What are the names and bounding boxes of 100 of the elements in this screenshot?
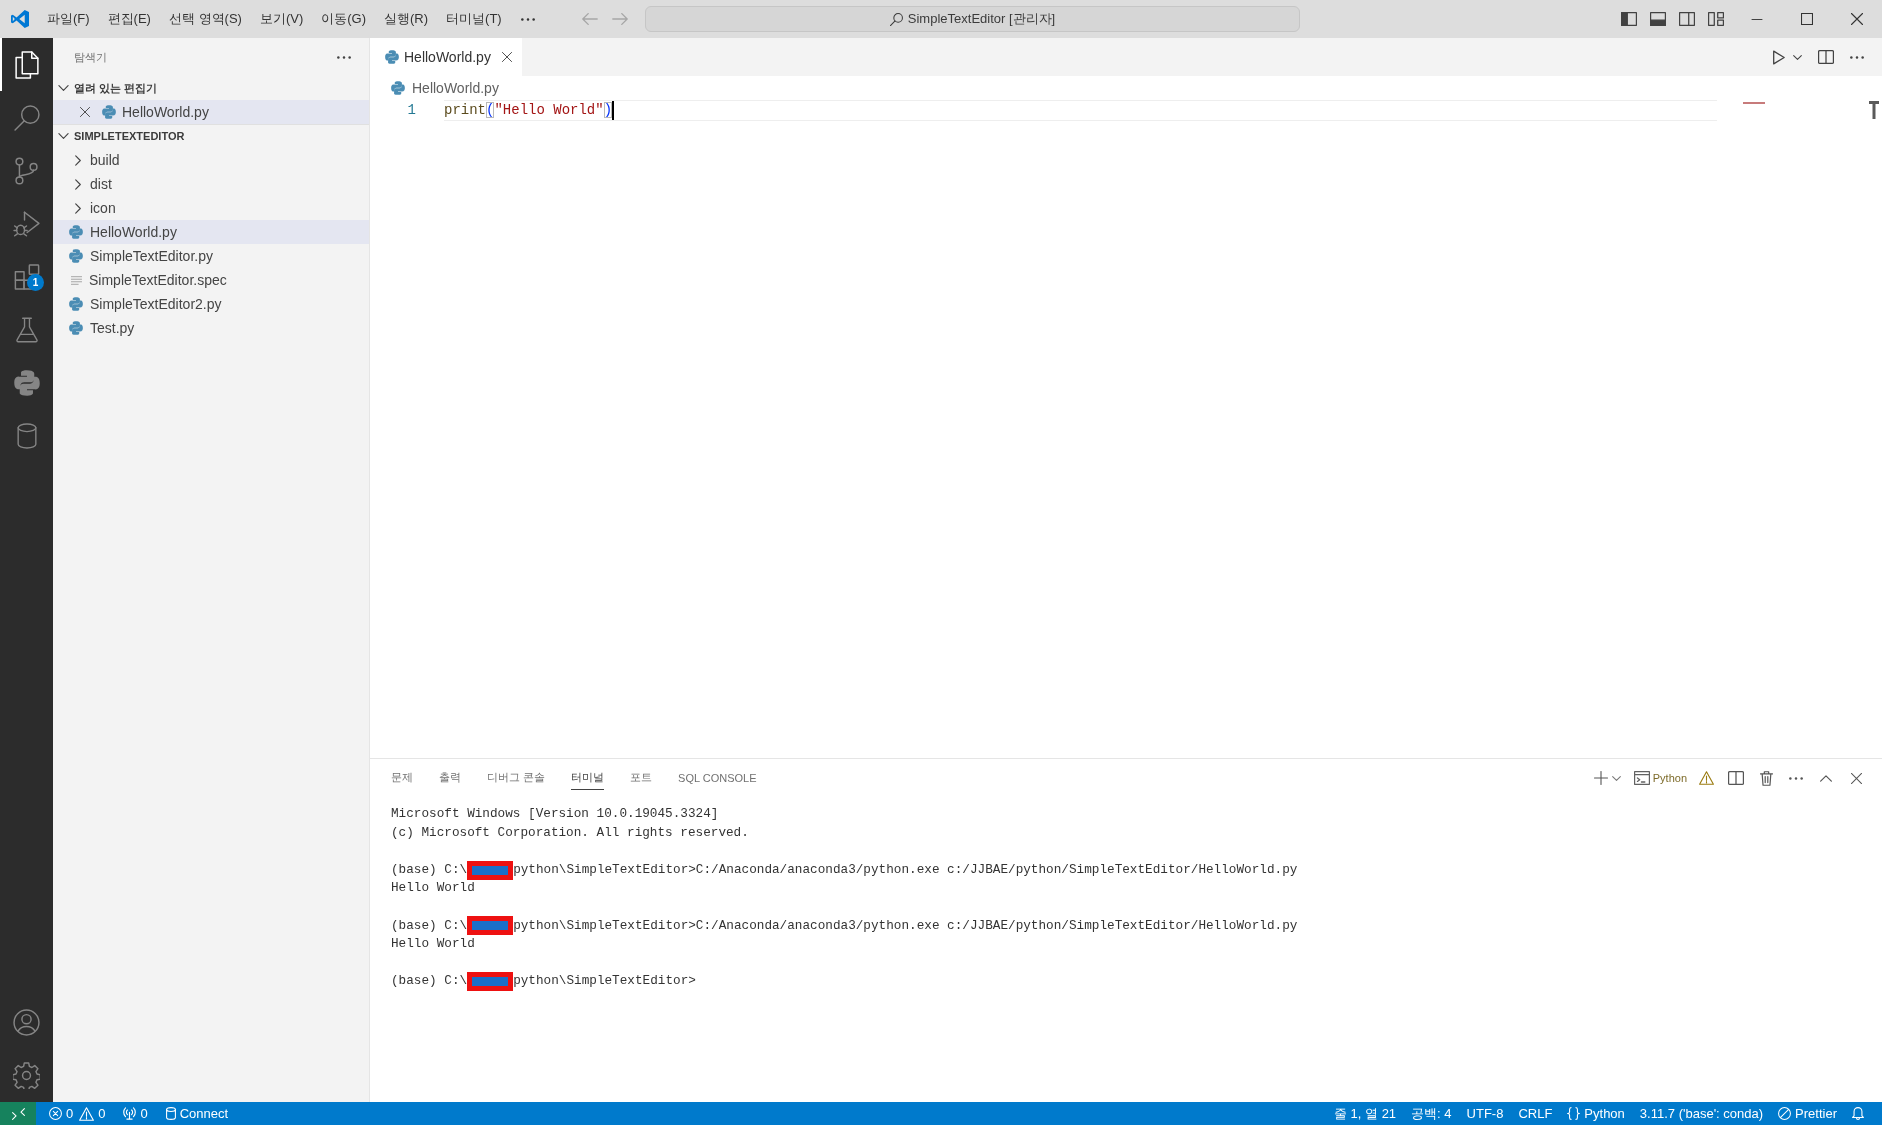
caret-down-icon [1612, 775, 1622, 781]
file-item[interactable]: SimpleTextEditor2.py [53, 292, 369, 316]
menu-item[interactable]: 편집(E) [98, 6, 160, 32]
close-icon [1850, 772, 1862, 784]
caret-down-icon [1793, 54, 1802, 60]
settings-icon [13, 1062, 40, 1089]
file-item[interactable]: Test.py [53, 316, 369, 340]
file-item[interactable]: SimpleTextEditor.spec [53, 268, 369, 292]
command-center[interactable]: SimpleTextEditor [관리자] [645, 6, 1300, 32]
circle-slash-icon [1778, 1107, 1792, 1120]
panel-tab[interactable]: 터미널 [571, 766, 605, 790]
search-icon [889, 12, 903, 26]
arrow-right-icon [612, 13, 628, 25]
section-header[interactable]: 열려 있는 편집기 [53, 76, 369, 100]
menu-item[interactable]: 파일(F) [38, 6, 99, 32]
problems-button[interactable]: 0 0 [44, 1102, 111, 1125]
blocks-icon [13, 263, 40, 290]
terminal-text: (base) C:\ [391, 860, 468, 879]
arrow-left-icon [582, 13, 598, 25]
python-icon [69, 321, 83, 335]
cursor-position-marker [1869, 101, 1879, 119]
folder-item[interactable]: dist [53, 172, 369, 196]
ports-button[interactable]: 0 [118, 1102, 153, 1125]
maximize-icon [1801, 13, 1813, 25]
count-badge: 1 [27, 274, 44, 291]
python-icon [69, 297, 83, 311]
terminal-text: (base) C:\ [391, 972, 468, 991]
database-icon [165, 1107, 176, 1120]
terminal-line: Hello World [391, 935, 476, 954]
warning-icon [79, 1106, 95, 1121]
panel-tab[interactable]: 문제 [391, 766, 413, 790]
file-item[interactable]: HelloWorld.py [53, 100, 369, 124]
status-item[interactable]: 공백: 4 [1406, 1102, 1457, 1125]
menu-item[interactable]: 실행(R) [375, 6, 438, 32]
line-number: 1 [406, 101, 417, 120]
terminal-text: python\SimpleTextEditor>C:/Anaconda/anaconda3/python.exe c:/JJBAE/python/SimpleTextEditor/HelloWorld.py [513, 860, 1298, 879]
terminal-text: python\SimpleTextEditor>C:/Anaconda/anaconda3/python.exe c:/JJBAE/python/SimpleTextEditor/HelloWorld.py [513, 916, 1298, 935]
braces-icon [1567, 1107, 1581, 1120]
panel-tab[interactable]: 포트 [630, 766, 653, 790]
terminal-icon [1633, 771, 1650, 785]
python-icon [391, 81, 405, 95]
connect-button[interactable]: Connect [160, 1102, 234, 1125]
warning-icon [1698, 771, 1714, 785]
play-bug-icon [13, 210, 40, 237]
menu-item[interactable]: 보기(V) [250, 6, 313, 32]
search-icon [13, 104, 40, 131]
close-icon[interactable] [80, 107, 90, 117]
minimize-icon [1751, 18, 1763, 20]
files-icon [14, 50, 39, 79]
sidebar-title: 탐색기 [74, 49, 108, 65]
terminal-text: (base) C:\ [391, 916, 468, 935]
flask-icon [15, 316, 38, 343]
python-icon [13, 369, 40, 396]
section-header[interactable]: SIMPLETEXTEDITOR [53, 124, 369, 148]
terminal-profile-button[interactable]: Python [1633, 767, 1687, 789]
editor-tab[interactable]: HelloWorld.py [370, 38, 522, 76]
file-item[interactable]: HelloWorld.py [53, 220, 369, 244]
more-icon [1789, 776, 1803, 780]
angle-brackets-icon [11, 1107, 25, 1120]
split-editor-icon [1728, 771, 1744, 785]
panel-tab[interactable]: SQL CONSOLE [678, 766, 757, 790]
formatter-button[interactable]: Prettier [1773, 1102, 1842, 1125]
menu-item[interactable]: 터미널(T) [437, 6, 511, 32]
status-item[interactable]: CRLF [1513, 1102, 1558, 1125]
folder-item[interactable]: icon [53, 196, 369, 220]
app-logo-icon [11, 10, 29, 28]
close-icon [1851, 13, 1863, 25]
python-icon [385, 50, 399, 64]
more-icon [337, 55, 351, 59]
menu-item[interactable]: 선택 영역(S) [159, 6, 251, 32]
more-icon [1850, 55, 1864, 59]
python-icon [69, 249, 83, 263]
text-lines-icon [71, 275, 82, 285]
status-item[interactable]: UTF-8 [1461, 1102, 1509, 1125]
folder-item[interactable]: build [53, 148, 369, 172]
status-item[interactable]: 3.11.7 ('base': conda) [1634, 1102, 1769, 1125]
error-icon [49, 1107, 62, 1120]
play-icon [1773, 49, 1785, 65]
bell-icon [1852, 1107, 1864, 1120]
terminal-line: Microsoft Windows [Version 10.0.19045.3324] [391, 805, 720, 823]
terminal-line: (c) Microsoft Corporation. All rights reserved. [391, 823, 750, 842]
branch-icon [15, 156, 38, 185]
code-line: print("Hello World") [444, 101, 613, 120]
split-editor-icon [1818, 50, 1834, 64]
language-button[interactable]: Python [1562, 1102, 1630, 1125]
panel-tab[interactable]: 디버그 콘솔 [487, 766, 546, 790]
chevron-up-icon [1820, 774, 1832, 782]
plus-icon [1593, 771, 1608, 785]
panel-tab[interactable]: 출력 [439, 766, 461, 790]
menu-item[interactable]: 이동(G) [312, 6, 376, 32]
python-icon [102, 105, 116, 119]
account-icon [13, 1009, 40, 1036]
trash-icon [1759, 770, 1773, 786]
breadcrumb-item[interactable]: HelloWorld.py [391, 80, 499, 96]
terminal-line: Hello World [391, 879, 476, 898]
file-item[interactable]: SimpleTextEditor.py [53, 244, 369, 268]
close-icon[interactable] [501, 52, 512, 62]
extensions-button[interactable]: 1 [0, 250, 53, 303]
status-item[interactable]: 줄 1, 열 21 [1328, 1102, 1402, 1125]
python-icon [69, 225, 83, 239]
